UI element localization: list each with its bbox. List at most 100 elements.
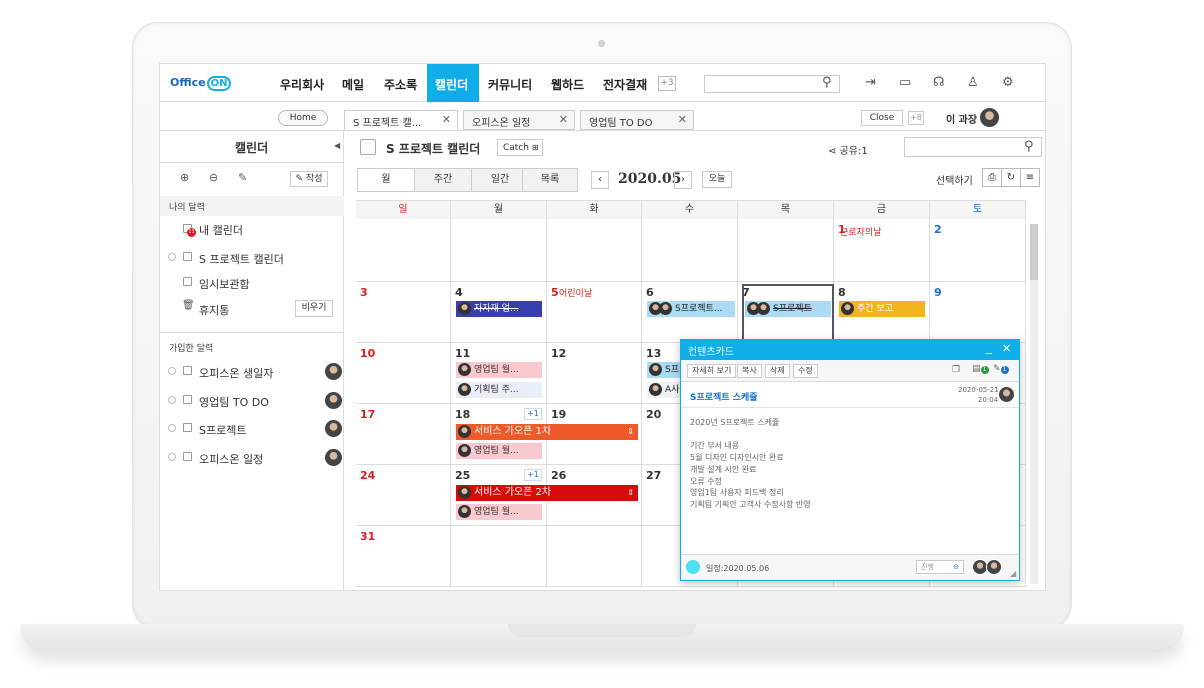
nav-mail[interactable]: 메일 <box>342 76 364 93</box>
sidebar-item-s-project-calendar[interactable]: S 프로젝트 캘린더 <box>160 249 344 273</box>
print-icon[interactable]: ⎙ <box>982 168 1002 187</box>
catch-button[interactable]: Catch ⊞ <box>497 139 543 156</box>
today-button[interactable]: 오늘 <box>702 171 732 188</box>
calendar-search-input[interactable] <box>904 137 1042 157</box>
radio-button[interactable] <box>168 453 176 461</box>
event-item[interactable]: 영업팀 월... <box>456 362 542 378</box>
day-cell[interactable] <box>451 219 547 282</box>
view-week-button[interactable]: 주간 <box>414 168 472 192</box>
sidebar-item-officeon-schedule[interactable]: 오피스온 일정 <box>160 448 344 472</box>
write-button[interactable]: ✎ 작성 <box>290 171 328 187</box>
tab-officeon[interactable]: 오피스온 일정 ✕ <box>463 110 575 130</box>
radio-button[interactable] <box>168 253 176 261</box>
add-calendar-icon[interactable]: ⊕ <box>180 171 189 184</box>
nav-more-badge[interactable]: +3 <box>658 76 676 91</box>
tab-more-badge[interactable]: +8 <box>908 111 924 125</box>
collapse-icon[interactable]: ◀ <box>334 141 340 150</box>
close-icon[interactable]: ✕ <box>559 113 568 126</box>
radio-button[interactable] <box>168 367 176 375</box>
event-item[interactable]: S프로젝트 <box>745 301 831 317</box>
day-cell[interactable] <box>738 219 834 282</box>
popup-item-title: S프로젝트 스케쥴 <box>690 393 758 403</box>
copy-icon[interactable]: ❐ <box>952 365 960 375</box>
search-icon[interactable]: ⚲ <box>1024 139 1034 154</box>
event-item[interactable]: 서비스 가오픈 1차 ⇕ <box>456 424 638 440</box>
home-button[interactable]: Home <box>278 110 328 126</box>
resize-handle-icon[interactable]: ◢ <box>1010 569 1016 578</box>
logout-icon[interactable]: ⇥ <box>865 75 876 90</box>
event-item[interactable]: 주간 보고 <box>839 301 925 317</box>
trash-icon: 🗑 <box>182 300 195 311</box>
file-icon[interactable]: ▤ 1 <box>972 364 989 374</box>
nav-addressbook[interactable]: 주소록 <box>384 76 417 93</box>
user-icon[interactable]: ♙ <box>967 75 979 90</box>
prev-month-button[interactable]: ‹ <box>591 171 609 189</box>
remove-calendar-icon[interactable]: ⊖ <box>209 171 218 184</box>
nav-calendar[interactable]: 캘린더 <box>435 76 468 93</box>
avatar <box>649 383 662 396</box>
sidebar-item-birthdays[interactable]: 오피스온 생일자 <box>160 362 344 386</box>
more-events-badge[interactable]: +1 <box>524 469 542 481</box>
radio-button[interactable] <box>168 396 176 404</box>
close-icon[interactable]: ✕ <box>1002 342 1011 355</box>
search-icon[interactable]: ⚲ <box>822 75 832 90</box>
nav-approval[interactable]: 전자결재 <box>603 76 647 93</box>
tab-s-project[interactable]: S 프로젝트 캘... ✕ <box>344 110 458 130</box>
chat-icon[interactable]: ▭ <box>899 75 911 90</box>
event-item[interactable]: 서비스 가오픈 2차 ⇕ <box>456 485 638 501</box>
next-month-button[interactable]: › <box>674 171 692 189</box>
menu-icon[interactable]: ≡ <box>1020 168 1040 187</box>
settings-gear-icon[interactable]: ⚙ <box>1002 75 1014 90</box>
view-day-button[interactable]: 일간 <box>471 168 529 192</box>
status-select[interactable]: 진행 ⊖ <box>916 560 964 574</box>
delete-button[interactable]: 삭제 <box>765 364 790 378</box>
close-icon[interactable]: ✕ <box>442 113 451 126</box>
event-item[interactable]: 기획팀 주... <box>456 382 542 398</box>
day-cell[interactable] <box>451 526 547 587</box>
user-avatar[interactable] <box>979 107 1000 128</box>
empty-trash-button[interactable]: 비우기 <box>295 300 333 317</box>
headset-icon[interactable]: ☊ <box>933 75 945 90</box>
calendar-icon <box>183 452 192 461</box>
detail-button[interactable]: 자세히 보기 <box>687 364 737 378</box>
event-item[interactable]: 자자재 업... <box>456 301 542 317</box>
day-cell[interactable] <box>930 219 1026 282</box>
nav-community[interactable]: 커뮤니티 <box>488 76 532 93</box>
attach-icon[interactable]: ✎ 1 <box>993 364 1009 374</box>
tab-sales-todo[interactable]: 영업팀 TO DO ✕ <box>580 110 694 130</box>
search-input[interactable] <box>704 75 840 93</box>
nav-webhard[interactable]: 웹하드 <box>551 76 584 93</box>
minimize-icon[interactable]: _ <box>986 340 992 354</box>
sidebar-item-s-project[interactable]: S프로젝트 <box>160 419 344 443</box>
day-cell[interactable] <box>356 219 451 282</box>
edit-button[interactable]: 수정 <box>793 364 818 378</box>
edit-calendar-icon[interactable]: ✎ <box>238 171 247 184</box>
radio-button[interactable] <box>168 424 176 432</box>
event-item[interactable]: S프로젝트... <box>647 301 735 317</box>
day-cell[interactable] <box>356 282 451 343</box>
refresh-icon[interactable]: ↻ <box>1001 168 1021 187</box>
event-label: 주간 보고 <box>857 304 893 314</box>
event-item[interactable]: A사 <box>647 382 680 398</box>
day-cell[interactable] <box>930 282 1026 343</box>
nav-company[interactable]: 우리회사 <box>280 76 324 93</box>
day-cell[interactable] <box>642 219 738 282</box>
scrollbar-thumb[interactable] <box>1030 224 1038 280</box>
sidebar-item-my-calendar[interactable]: 11 내 캘린더 <box>160 220 344 244</box>
sidebar-item-sales-todo[interactable]: 영업팀 TO DO <box>160 391 344 415</box>
event-item[interactable]: S프 <box>647 362 680 378</box>
close-icon[interactable]: ✕ <box>678 113 687 126</box>
view-list-button[interactable]: 목록 <box>522 168 578 192</box>
day-cell[interactable] <box>547 526 642 587</box>
event-item[interactable]: 영업팀 월... <box>456 443 542 459</box>
more-events-badge[interactable]: +1 <box>524 408 542 420</box>
view-month-button[interactable]: 월 <box>357 168 415 192</box>
close-all-button[interactable]: Close <box>861 110 903 126</box>
share-button[interactable]: ⋖ 공유:1 <box>828 142 868 157</box>
day-cell[interactable] <box>547 219 642 282</box>
sidebar-item-temp-storage[interactable]: 임시보관함 <box>160 274 344 298</box>
select-label[interactable]: 선택하기 <box>936 172 973 187</box>
event-item[interactable]: 영업팀 월... <box>456 504 542 520</box>
copy-button[interactable]: 복사 <box>737 364 762 378</box>
logo[interactable]: Office ON <box>170 76 232 91</box>
